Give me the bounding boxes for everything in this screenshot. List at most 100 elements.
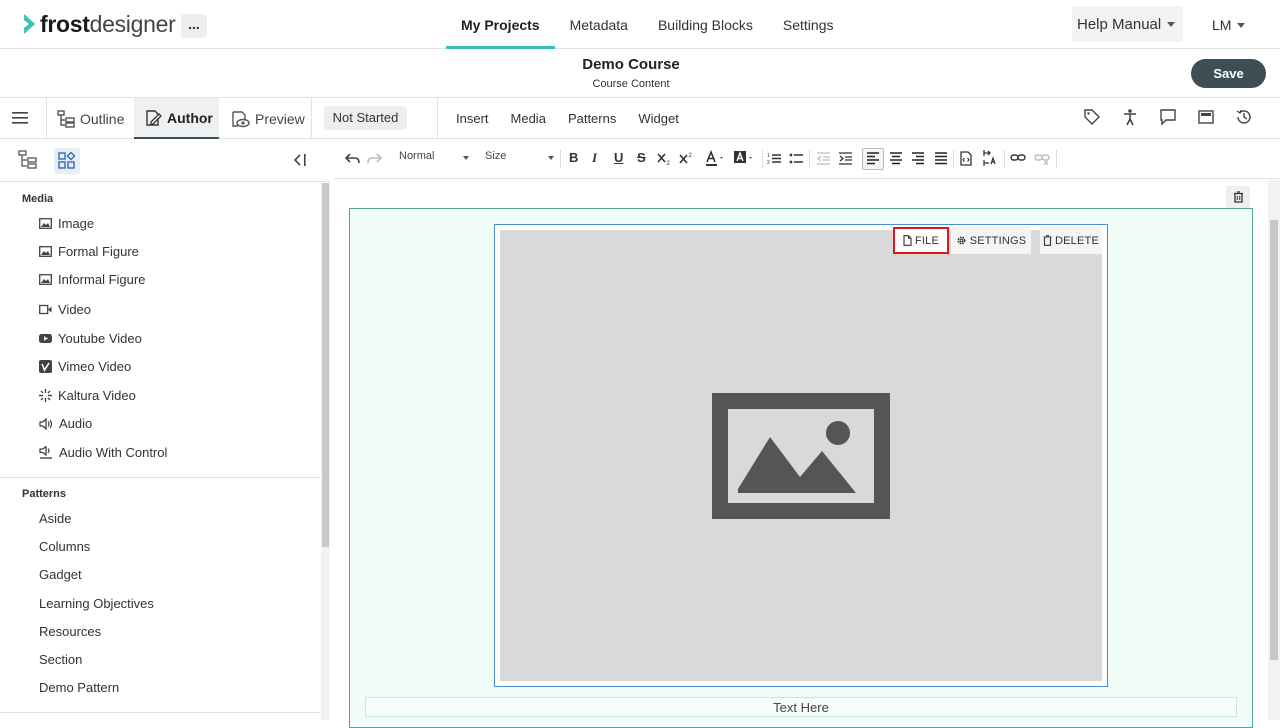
delete-block-button[interactable]: [1226, 186, 1250, 208]
superscript-icon[interactable]: 2: [679, 151, 694, 166]
image-icon: [39, 246, 52, 257]
highlight-color-icon[interactable]: [733, 150, 755, 167]
group-title-media: Media: [22, 193, 54, 205]
kaltura-icon: [39, 389, 52, 402]
user-initials: LM: [1212, 17, 1232, 33]
block-item-vimeo-video[interactable]: Vimeo Video: [39, 359, 131, 374]
block-item-demo-pattern[interactable]: Demo Pattern: [39, 680, 119, 695]
tag-icon[interactable]: [1073, 108, 1111, 126]
tab-metadata[interactable]: Metadata: [555, 0, 643, 49]
course-title: Demo Course: [582, 56, 680, 73]
tab-widget[interactable]: Widget: [638, 111, 678, 126]
scrollbar-thumb[interactable]: [1270, 220, 1278, 660]
mode-tab-outline[interactable]: Outline: [57, 98, 124, 139]
align-justify-icon[interactable]: [934, 151, 948, 165]
tab-patterns[interactable]: Patterns: [568, 111, 616, 126]
block-item-informal-figure[interactable]: Informal Figure: [39, 272, 145, 287]
history-icon[interactable]: [1225, 108, 1263, 126]
panel-scrollbar[interactable]: [321, 183, 330, 720]
mode-tab-preview[interactable]: Preview: [230, 98, 305, 139]
hamburger-menu-icon[interactable]: [12, 111, 28, 125]
text-direction-icon[interactable]: [982, 149, 999, 167]
redo-icon[interactable]: [367, 152, 382, 165]
mode-tab-author[interactable]: Author: [134, 98, 219, 139]
insert-tabs: Insert Media Patterns Widget: [456, 98, 701, 139]
block-item-aside[interactable]: Aside: [39, 511, 72, 526]
format-select[interactable]: Normal: [399, 150, 434, 162]
block-item-columns[interactable]: Columns: [39, 539, 90, 554]
indent-icon[interactable]: [838, 151, 853, 166]
bold-button[interactable]: B: [569, 150, 578, 165]
scrollbar-thumb[interactable]: [322, 183, 329, 547]
delete-button-label: DELETE: [1055, 234, 1099, 247]
undo-icon[interactable]: [345, 152, 360, 165]
unlink-icon[interactable]: [1034, 151, 1050, 165]
collapse-panel-icon[interactable]: [291, 153, 307, 167]
image-icon: [39, 218, 52, 229]
outdent-icon[interactable]: [816, 151, 831, 166]
divider: [762, 150, 763, 168]
logo-text-bold: frost: [40, 10, 90, 37]
rich-text-toolbar: Normal Size B I U S 2 2 12: [334, 139, 1280, 179]
block-item-youtube-video[interactable]: Youtube Video: [39, 331, 142, 346]
align-right-icon[interactable]: [911, 151, 925, 165]
delete-button[interactable]: DELETE: [1040, 227, 1102, 254]
divider: [0, 477, 321, 478]
frost-designer-logo[interactable]: frostdesigner: [22, 10, 176, 38]
course-header: Demo Course Course Content Save: [0, 49, 1280, 98]
strikethrough-button[interactable]: S: [637, 150, 646, 165]
block-item-gadget[interactable]: Gadget: [39, 567, 82, 582]
course-subtitle: Course Content: [592, 78, 670, 90]
block-item-audio-with-control[interactable]: Audio With Control: [39, 445, 167, 460]
block-item-audio[interactable]: Audio: [39, 416, 92, 431]
link-icon[interactable]: [1010, 151, 1026, 165]
settings-button[interactable]: SETTINGS: [951, 227, 1031, 254]
block-item-kaltura-video[interactable]: Kaltura Video: [39, 388, 136, 403]
align-center-icon[interactable]: [889, 151, 903, 165]
subscript-icon[interactable]: 2: [657, 151, 672, 166]
trash-icon: [1043, 235, 1052, 246]
italic-button[interactable]: I: [592, 150, 597, 166]
tab-building-blocks[interactable]: Building Blocks: [643, 0, 768, 49]
bullet-list-icon[interactable]: [789, 151, 804, 166]
block-item-formal-figure[interactable]: Formal Figure: [39, 244, 139, 259]
canvas-scrollbar[interactable]: [1268, 180, 1280, 720]
block-item-resources[interactable]: Resources: [39, 624, 101, 639]
comment-icon[interactable]: [1149, 108, 1187, 126]
youtube-icon: [39, 334, 52, 343]
ordered-list-icon[interactable]: 12: [767, 151, 782, 166]
grid-blocks-icon: [58, 152, 76, 169]
mode-tab-author-label: Author: [167, 109, 213, 126]
block-item-section[interactable]: Section: [39, 652, 82, 667]
blocks-view-button[interactable]: [54, 148, 80, 174]
underline-button[interactable]: U: [614, 150, 623, 165]
divider: [809, 150, 810, 168]
block-item-learning-objectives[interactable]: Learning Objectives: [39, 596, 154, 611]
save-button[interactable]: Save: [1191, 59, 1266, 88]
divider: [437, 98, 438, 139]
user-menu-dropdown[interactable]: LM: [1212, 17, 1246, 33]
tab-insert[interactable]: Insert: [456, 111, 489, 126]
file-button[interactable]: FILE: [893, 227, 949, 254]
block-item-video[interactable]: Video: [39, 302, 91, 317]
chevron-down-icon: [1237, 22, 1246, 28]
preview-icon: [232, 110, 250, 127]
file-button-label: FILE: [914, 234, 940, 247]
tab-my-projects[interactable]: My Projects: [446, 0, 555, 49]
building-blocks-panel: Media Image Formal Figure Informal Figur…: [0, 139, 330, 720]
status-badge[interactable]: Not Started: [324, 106, 407, 130]
help-manual-dropdown[interactable]: Help Manual: [1072, 6, 1183, 42]
logo-text-light: designer: [89, 10, 176, 37]
figure-caption-input[interactable]: Text Here: [365, 697, 1237, 717]
size-select[interactable]: Size: [485, 150, 506, 162]
font-color-icon[interactable]: [705, 150, 727, 167]
tab-settings[interactable]: Settings: [768, 0, 849, 49]
accessibility-icon[interactable]: [1111, 108, 1149, 126]
panel-icon[interactable]: [1187, 108, 1225, 126]
code-file-icon[interactable]: [959, 151, 973, 166]
tree-view-icon[interactable]: [18, 150, 38, 170]
block-item-image[interactable]: Image: [39, 216, 94, 231]
more-options-button[interactable]: ...: [181, 14, 207, 38]
tab-media[interactable]: Media: [511, 111, 546, 126]
align-left-icon[interactable]: [866, 151, 880, 165]
